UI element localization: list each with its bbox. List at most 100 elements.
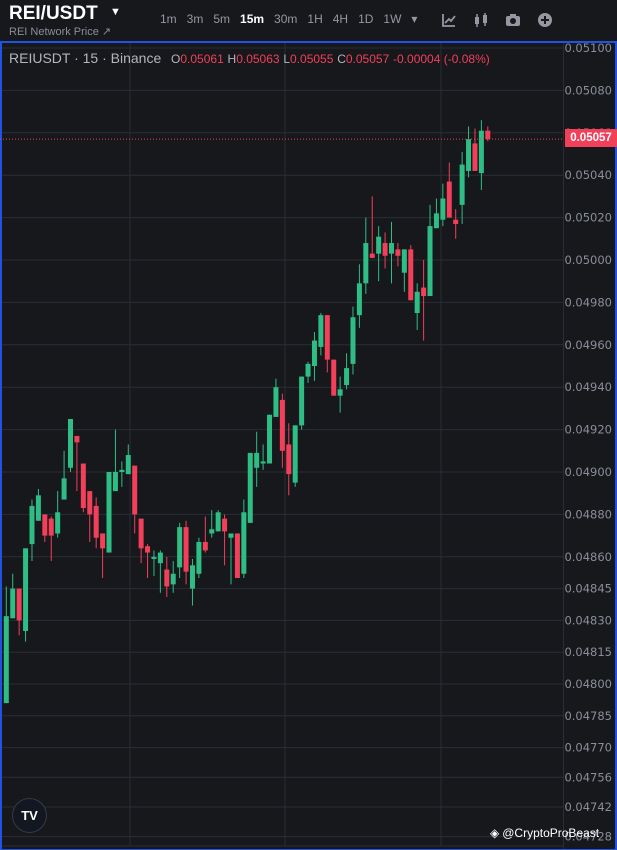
candle-body (164, 569, 170, 587)
price-tick-label: 0.05000 (564, 253, 612, 267)
candle-body (344, 368, 350, 386)
candle (23, 548, 29, 642)
close-value: 0.05057 (345, 52, 390, 66)
candle-body (145, 546, 151, 553)
price-tick-label: 0.04770 (564, 741, 612, 755)
candle-body (440, 198, 446, 220)
candle (80, 463, 86, 513)
tradingview-logo[interactable]: TV (12, 798, 47, 833)
price-tick-label: 0.04800 (564, 677, 612, 691)
candle-body (427, 226, 433, 297)
price-tick-label: 0.04785 (564, 709, 612, 723)
candle-body (408, 249, 414, 301)
candle-body (267, 414, 273, 464)
candle-body (228, 533, 234, 538)
candle-body (183, 527, 189, 572)
candle-body (106, 472, 112, 553)
candlestick-chart[interactable]: 0.051000.050800.050600.050400.050200.050… (0, 0, 617, 850)
candle-body (119, 469, 125, 472)
price-tick-label: 0.04940 (564, 380, 612, 394)
candle-body (189, 565, 195, 589)
price-tick-label: 0.04756 (564, 770, 612, 784)
candle-body (260, 461, 266, 464)
candle-body (151, 556, 157, 559)
candle-body (42, 514, 48, 536)
legend-symbol-label: REIUSDT · 15 · Binance (9, 50, 162, 66)
candle (299, 376, 305, 430)
price-tick-label: 0.04920 (564, 423, 612, 437)
price-tick-label: 0.05080 (564, 83, 612, 97)
watermark-text: @CryptoProBeast (502, 826, 600, 840)
price-tick-label: 0.04980 (564, 295, 612, 309)
low-value: 0.05055 (290, 52, 334, 66)
candle-body (363, 243, 369, 284)
candle-body (241, 512, 247, 574)
candle-body (414, 291, 420, 313)
open-key: O (171, 52, 181, 66)
candle-body (202, 541, 208, 551)
candle (292, 425, 298, 487)
candle-body (305, 363, 311, 377)
candle-body (433, 213, 439, 229)
candle-body (29, 505, 35, 545)
candle (267, 414, 273, 464)
price-tick-label: 0.04900 (564, 465, 612, 479)
price-tick-label: 0.05040 (564, 168, 612, 182)
candle (234, 533, 240, 578)
price-tick-label: 0.04960 (564, 338, 612, 352)
candle-body (311, 340, 317, 366)
candle-body (395, 249, 401, 256)
candle-body (273, 387, 279, 417)
candle-body (369, 253, 375, 258)
candle-body (421, 287, 427, 297)
price-tick-label: 0.04742 (564, 800, 612, 814)
candle-body (472, 143, 478, 171)
candle-body (138, 518, 144, 549)
candle-body (247, 452, 253, 523)
candle-body (196, 541, 202, 574)
close-key: C (337, 52, 346, 66)
candle-body (125, 455, 131, 475)
candle-body (350, 317, 356, 364)
candle-body (299, 376, 305, 426)
candle-body (279, 399, 285, 451)
candle-body (292, 425, 298, 483)
candle-body (485, 130, 491, 140)
candle-body (318, 315, 324, 347)
candle-body (215, 512, 221, 532)
candle-body (112, 472, 118, 492)
price-tick-label: 0.05020 (564, 211, 612, 225)
candle-body (254, 452, 260, 468)
candle-body (35, 495, 41, 521)
candle-body (459, 164, 465, 205)
price-tick-label: 0.04880 (564, 507, 612, 521)
candle-body (337, 389, 343, 396)
price-tick-label: 0.04830 (564, 613, 612, 627)
candle-body (93, 505, 99, 538)
candle-body (331, 359, 337, 396)
candle-body (234, 533, 240, 578)
candle (68, 419, 73, 472)
candle-body (132, 465, 138, 515)
candle-body (478, 130, 484, 174)
last-price-tag: 0.05057 (565, 129, 617, 147)
price-tick-label: 0.04815 (564, 645, 612, 659)
high-value: 0.05063 (236, 52, 280, 66)
open-value: 0.05061 (180, 52, 224, 66)
price-tick-label: 0.04845 (564, 582, 612, 596)
candle-body (376, 236, 382, 254)
candle (106, 472, 112, 553)
candle-body (389, 243, 394, 254)
candle-body (177, 527, 183, 568)
candle-body (222, 518, 228, 532)
grid (0, 41, 617, 850)
candle-body (401, 249, 407, 273)
ohlc-legend: REIUSDT · 15 · Binance O0.05061 H0.05063… (9, 50, 490, 66)
candle-body (16, 588, 22, 621)
candle-body (48, 518, 54, 536)
high-key: H (227, 52, 237, 66)
change-value: -0.00004 (-0.08%) (393, 52, 490, 66)
watermark: ◈ @CryptoProBeast (490, 826, 599, 840)
candle (215, 510, 221, 532)
candle-body (100, 533, 106, 549)
